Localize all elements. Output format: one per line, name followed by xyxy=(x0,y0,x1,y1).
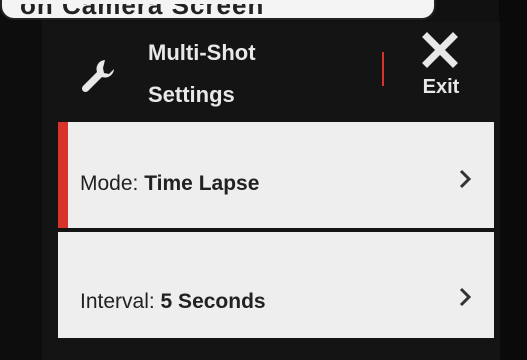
caption-text: on Camera Screen xyxy=(2,4,434,18)
mode-value: Time Lapse xyxy=(144,172,260,195)
settings-header: Multi-Shot Settings Exit xyxy=(42,22,500,118)
wrench-icon xyxy=(81,60,114,93)
caption-card: on Camera Screen xyxy=(0,0,436,20)
header-divider xyxy=(382,52,384,86)
camera-screen: Multi-Shot Settings Exit Mode: Time Laps… xyxy=(42,22,500,360)
exit-label: Exit xyxy=(422,76,460,98)
chevron-right-icon xyxy=(459,287,472,307)
photo-frame-right xyxy=(499,0,527,360)
chevron-right-icon xyxy=(459,169,472,189)
interval-value: 5 Seconds xyxy=(160,290,266,313)
menu-item-mode[interactable]: Mode: Time Lapse xyxy=(58,122,494,228)
page-title: Multi-Shot Settings xyxy=(148,40,256,107)
photo-frame-left xyxy=(0,0,42,360)
menu-item-interval[interactable]: Interval: 5 Seconds xyxy=(58,232,494,338)
interval-label: Interval: xyxy=(80,290,155,313)
close-icon xyxy=(422,32,458,68)
exit-button[interactable]: Exit xyxy=(410,26,472,116)
selection-indicator xyxy=(58,122,68,228)
mode-label: Mode: xyxy=(80,172,139,195)
